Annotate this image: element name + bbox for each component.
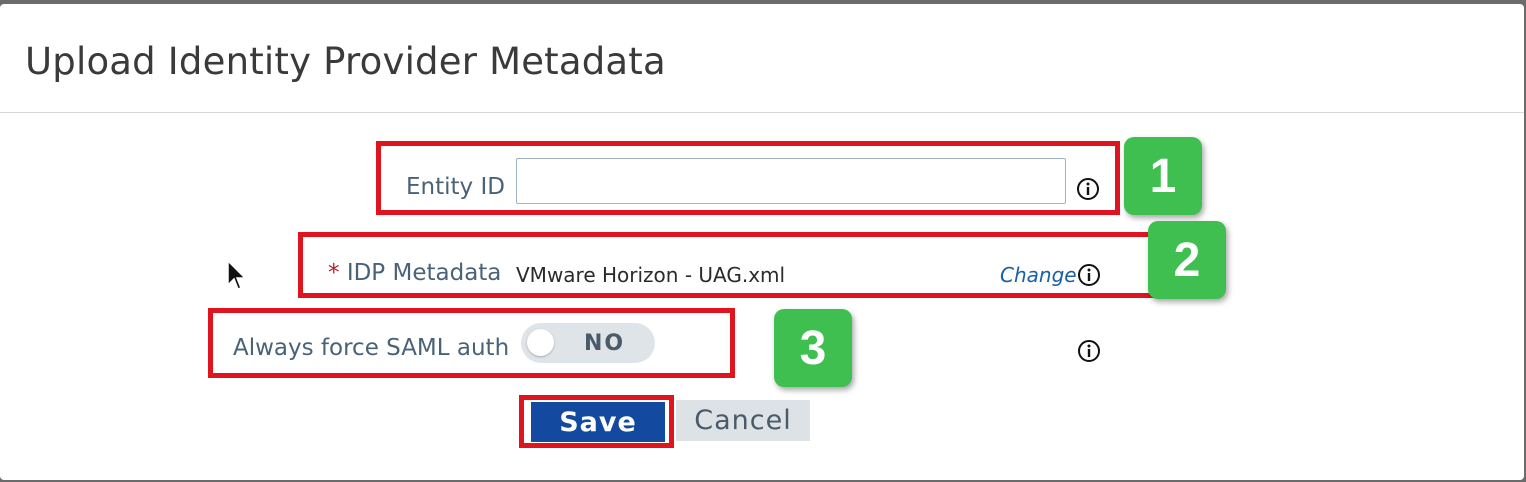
highlight-box-idp-metadata [298,232,1164,298]
header-divider [0,112,1524,113]
step-badge-3: 3 [774,309,852,387]
step-badge-2: 2 [1148,221,1226,299]
upload-metadata-dialog: Upload Identity Provider Metadata Entity… [0,4,1524,480]
step-badge-1: 1 [1124,137,1202,215]
info-icon[interactable] [1077,339,1101,363]
highlight-box-force-saml [208,308,735,378]
highlight-box-save [519,395,674,448]
cancel-button[interactable]: Cancel [676,400,810,441]
mouse-cursor-icon [227,259,247,290]
highlight-box-entity-id [376,141,1120,215]
dialog-title: Upload Identity Provider Metadata [25,40,666,83]
